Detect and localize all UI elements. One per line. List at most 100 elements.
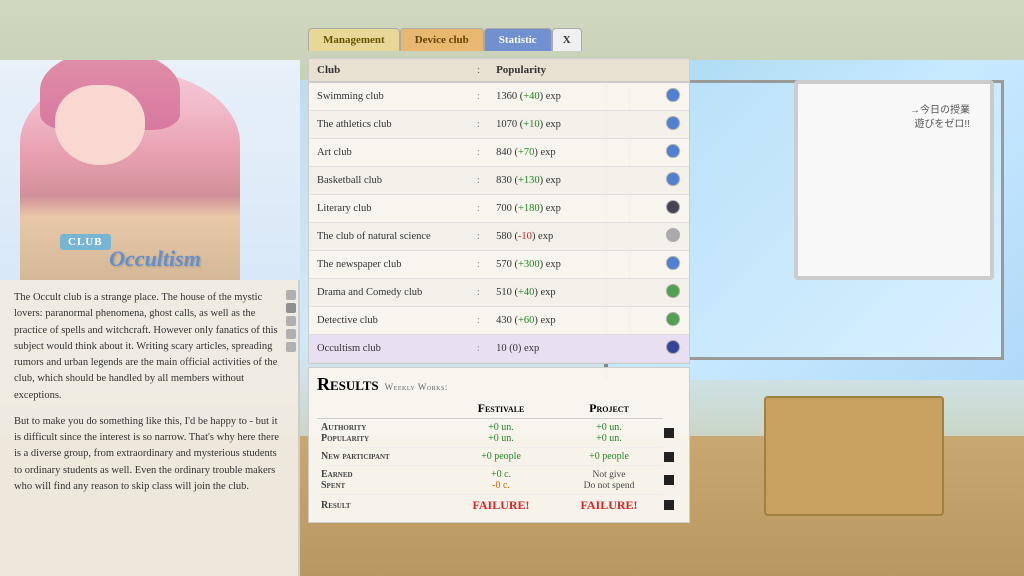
results-project-authority: +0 un. +0 un. bbox=[555, 419, 663, 448]
results-indicator bbox=[664, 500, 674, 510]
popularity-cell: 570 (+300) exp bbox=[488, 251, 657, 279]
results-indicator bbox=[664, 475, 674, 485]
table-row[interactable]: Detective club : 430 (+60) exp bbox=[309, 307, 689, 335]
scroll-indicator[interactable] bbox=[286, 303, 296, 313]
colon-cell: : bbox=[469, 307, 488, 335]
popularity-cell: 1360 (+40) exp bbox=[488, 82, 657, 111]
tab-statistic[interactable]: Statistic bbox=[484, 28, 552, 51]
row-dot bbox=[657, 279, 689, 307]
row-dot bbox=[657, 223, 689, 251]
popularity-cell: 580 (-10) exp bbox=[488, 223, 657, 251]
results-table: Festivale Project AuthorityPopularity +0… bbox=[317, 399, 681, 516]
scroll-indicator[interactable] bbox=[286, 342, 296, 352]
popularity-cell: 830 (+130) exp bbox=[488, 167, 657, 195]
whiteboard-text: →今日の授業遊びをゼロ!! bbox=[910, 104, 970, 132]
col-header-club: Club bbox=[309, 59, 469, 82]
results-label-authority: AuthorityPopularity bbox=[317, 419, 447, 448]
results-label-result: Result bbox=[317, 495, 447, 517]
classroom-desk bbox=[764, 396, 944, 516]
results-festivale-participant: +0 people bbox=[447, 448, 555, 466]
main-panel: Club : Popularity Swimming club : 1360 (… bbox=[308, 58, 690, 523]
row-dot bbox=[657, 82, 689, 111]
scroll-indicators bbox=[286, 290, 296, 352]
row-dot bbox=[657, 307, 689, 335]
colon-cell: : bbox=[469, 139, 488, 167]
character-area: CLUB Occultism bbox=[0, 60, 300, 280]
scroll-indicator[interactable] bbox=[286, 329, 296, 339]
description-area: The Occult club is a strange place. The … bbox=[0, 280, 298, 505]
club-name-display: Occultism bbox=[30, 246, 280, 272]
description-p2: But to make you do something like this, … bbox=[14, 414, 284, 495]
results-indicator bbox=[664, 452, 674, 462]
table-row[interactable]: Occultism club : 10 (0) exp bbox=[309, 335, 689, 363]
results-col-indicator bbox=[663, 399, 681, 419]
results-row-result: Result FAILURE! FAILURE! bbox=[317, 495, 681, 517]
results-festivale-authority: +0 un. +0 un. bbox=[447, 419, 555, 448]
club-name-cell: Detective club bbox=[309, 307, 469, 335]
club-name-cell: Drama and Comedy club bbox=[309, 279, 469, 307]
tabs-bar: Management Device club Statistic X bbox=[308, 28, 582, 51]
row-dot bbox=[657, 335, 689, 363]
club-table: Club : Popularity Swimming club : 1360 (… bbox=[309, 59, 689, 363]
popularity-cell: 1070 (+10) exp bbox=[488, 111, 657, 139]
col-header-colon: : bbox=[469, 59, 488, 82]
results-col-project: Project bbox=[555, 399, 663, 419]
popularity-cell: 700 (+180) exp bbox=[488, 195, 657, 223]
club-name-cell: Literary club bbox=[309, 195, 469, 223]
colon-cell: : bbox=[469, 251, 488, 279]
table-row[interactable]: Drama and Comedy club : 510 (+40) exp bbox=[309, 279, 689, 307]
results-section: Results Weekly Works: Festivale Project … bbox=[308, 367, 690, 523]
description-p1: The Occult club is a strange place. The … bbox=[14, 290, 284, 404]
results-col-label bbox=[317, 399, 447, 419]
scroll-indicator[interactable] bbox=[286, 316, 296, 326]
results-row-earned: EarnedSpent +0 c. -0 c. Not give Do not … bbox=[317, 466, 681, 495]
colon-cell: : bbox=[469, 223, 488, 251]
colon-cell: : bbox=[469, 111, 488, 139]
tab-management[interactable]: Management bbox=[308, 28, 400, 51]
results-label-earned: EarnedSpent bbox=[317, 466, 447, 495]
whiteboard: →今日の授業遊びをゼロ!! bbox=[794, 80, 994, 280]
table-row[interactable]: Basketball club : 830 (+130) exp bbox=[309, 167, 689, 195]
popularity-cell: 510 (+40) exp bbox=[488, 279, 657, 307]
table-row[interactable]: Swimming club : 1360 (+40) exp bbox=[309, 82, 689, 111]
table-row[interactable]: The club of natural science : 580 (-10) … bbox=[309, 223, 689, 251]
row-dot bbox=[657, 251, 689, 279]
col-header-popularity: Popularity bbox=[488, 59, 657, 82]
tab-close-button[interactable]: X bbox=[552, 28, 582, 51]
club-name-cell: Art club bbox=[309, 139, 469, 167]
colon-cell: : bbox=[469, 335, 488, 363]
results-row-dot bbox=[663, 495, 681, 517]
club-name-cell: Occultism club bbox=[309, 335, 469, 363]
popularity-cell: 840 (+70) exp bbox=[488, 139, 657, 167]
table-row[interactable]: Literary club : 700 (+180) exp bbox=[309, 195, 689, 223]
colon-cell: : bbox=[469, 279, 488, 307]
left-panel: CLUB Occultism The Occult club is a stra… bbox=[0, 60, 300, 576]
row-dot bbox=[657, 195, 689, 223]
table-row[interactable]: The athletics club : 1070 (+10) exp bbox=[309, 111, 689, 139]
results-label-participant: New participant bbox=[317, 448, 447, 466]
results-col-festivale: Festivale bbox=[447, 399, 555, 419]
results-subtitle: Weekly Works: bbox=[385, 382, 448, 392]
results-row-dot bbox=[663, 466, 681, 495]
results-project-result: FAILURE! bbox=[555, 495, 663, 517]
results-row-participant: New participant +0 people +0 people bbox=[317, 448, 681, 466]
club-table-container: Club : Popularity Swimming club : 1360 (… bbox=[308, 58, 690, 364]
popularity-cell: 430 (+60) exp bbox=[488, 307, 657, 335]
colon-cell: : bbox=[469, 195, 488, 223]
table-row[interactable]: Art club : 840 (+70) exp bbox=[309, 139, 689, 167]
results-festivale-result: FAILURE! bbox=[447, 495, 555, 517]
tab-device-club[interactable]: Device club bbox=[400, 28, 484, 51]
results-festivale-earned: +0 c. -0 c. bbox=[447, 466, 555, 495]
club-name-cell: Basketball club bbox=[309, 167, 469, 195]
row-dot bbox=[657, 139, 689, 167]
table-row[interactable]: The newspaper club : 570 (+300) exp bbox=[309, 251, 689, 279]
club-name-cell: The club of natural science bbox=[309, 223, 469, 251]
popularity-cell: 10 (0) exp bbox=[488, 335, 657, 363]
character-face bbox=[55, 85, 145, 165]
results-project-participant: +0 people bbox=[555, 448, 663, 466]
colon-cell: : bbox=[469, 82, 488, 111]
scroll-indicator[interactable] bbox=[286, 290, 296, 300]
row-dot bbox=[657, 111, 689, 139]
club-name-cell: The newspaper club bbox=[309, 251, 469, 279]
col-header-indicator bbox=[657, 59, 689, 82]
